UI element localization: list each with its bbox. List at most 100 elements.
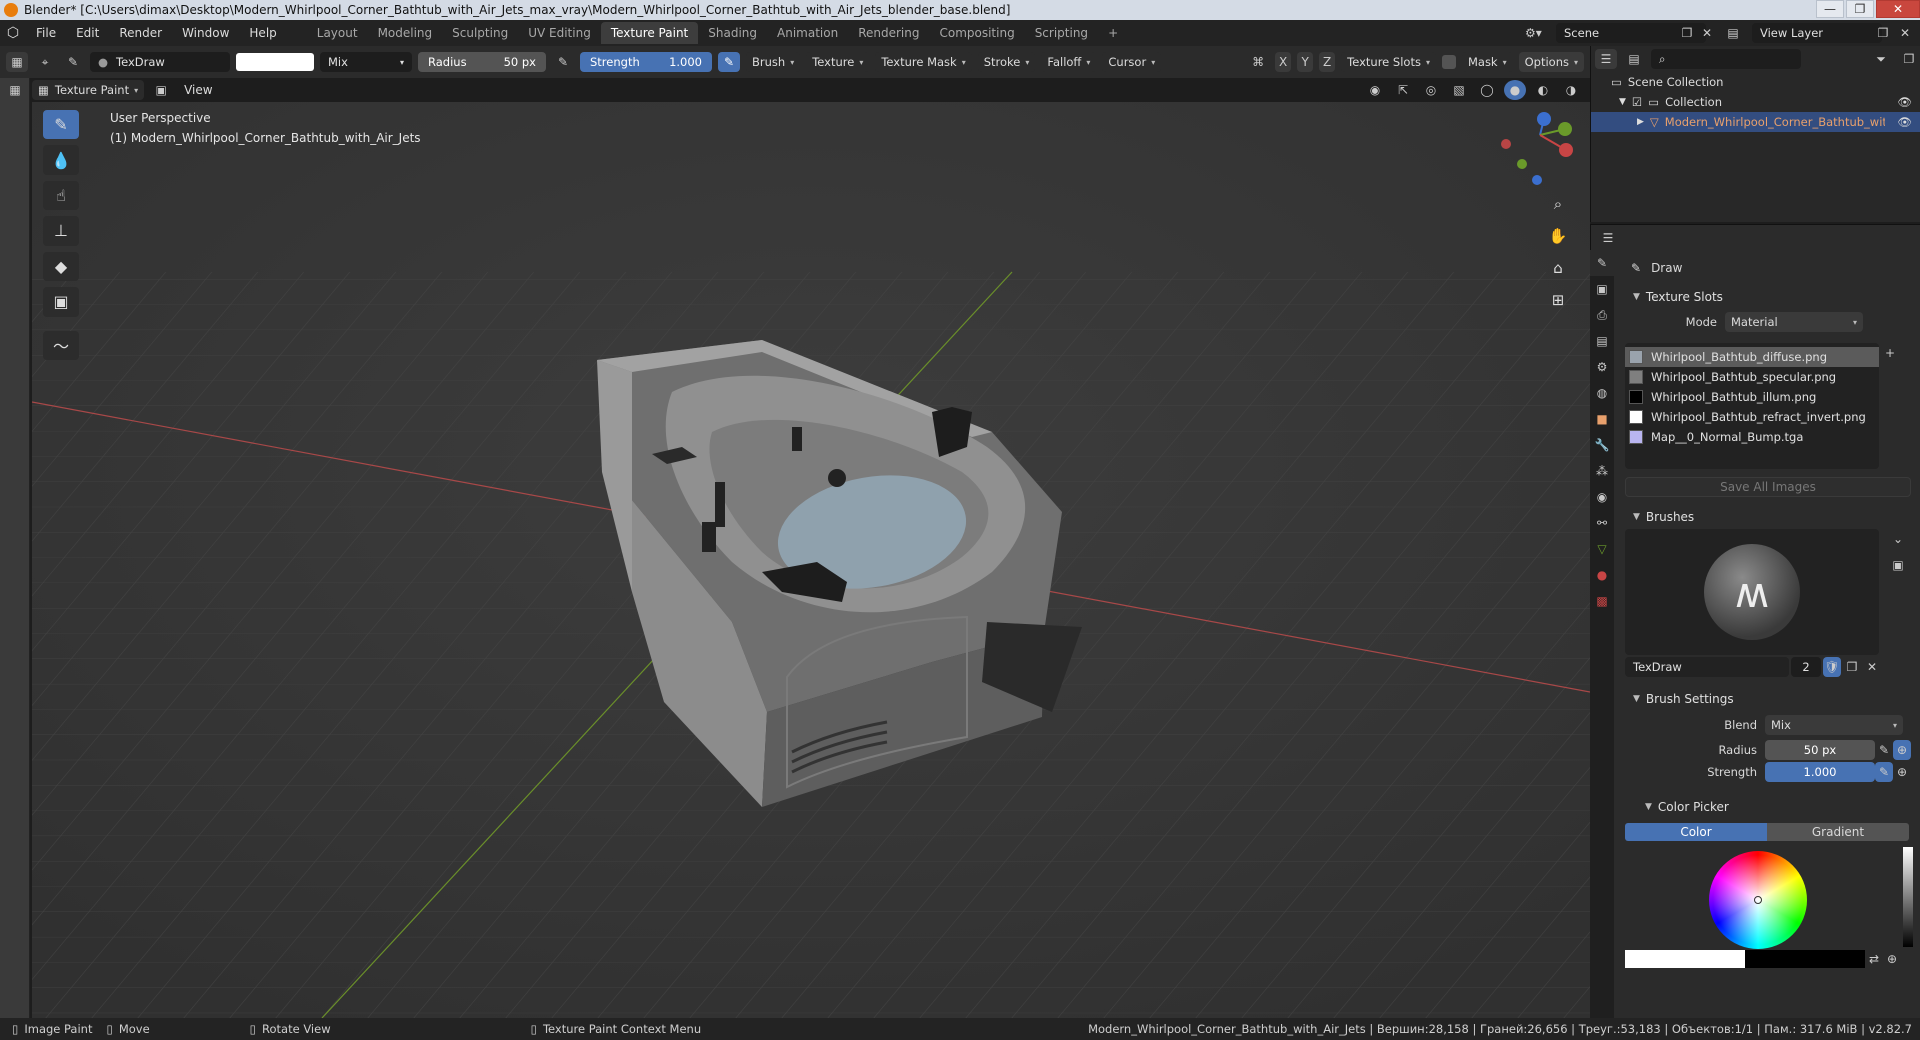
rendered-shading-icon[interactable]: ◑ bbox=[1560, 80, 1582, 100]
color-tab[interactable]: Color bbox=[1625, 823, 1767, 841]
radius-pen-icon[interactable]: ✎ bbox=[1875, 740, 1893, 760]
strength-unit-icon[interactable]: ⊕ bbox=[1893, 762, 1911, 782]
close-button[interactable]: ✕ bbox=[1876, 0, 1920, 18]
tab-rendering[interactable]: Rendering bbox=[848, 22, 929, 44]
mirror-x-toggle[interactable]: X bbox=[1275, 52, 1292, 72]
new-scene-icon[interactable]: ❐ bbox=[1676, 23, 1698, 43]
blend-mode-dropdown[interactable]: Mix ▾ bbox=[320, 52, 412, 72]
tab-modifiers-icon[interactable]: 🔧 bbox=[1590, 432, 1614, 458]
minimize-button[interactable]: — bbox=[1816, 0, 1844, 18]
add-slot-button[interactable]: + bbox=[1879, 343, 1901, 363]
ortho-grid-icon[interactable]: ⊞ bbox=[1543, 286, 1573, 314]
unlink-brush-icon[interactable]: ✕ bbox=[1863, 657, 1881, 677]
mirror-z-toggle[interactable]: Z bbox=[1319, 52, 1336, 72]
editor-type-icon[interactable]: ▦ bbox=[6, 52, 28, 72]
list-item[interactable]: Whirlpool_Bathtub_refract_invert.png bbox=[1625, 407, 1879, 427]
tab-animation[interactable]: Animation bbox=[767, 22, 848, 44]
list-item[interactable]: Whirlpool_Bathtub_diffuse.png bbox=[1625, 347, 1879, 367]
clone-tool-icon[interactable]: ⊥ bbox=[43, 216, 79, 246]
new-view-layer-icon[interactable]: ❐ bbox=[1872, 23, 1894, 43]
brush-name-input[interactable]: TexDraw bbox=[1625, 657, 1789, 677]
xray-toggle-icon[interactable]: ▧ bbox=[1448, 80, 1470, 100]
brush-color-swatch[interactable] bbox=[236, 53, 314, 71]
radius-field[interactable]: 50 px bbox=[1765, 740, 1875, 760]
save-all-images-button[interactable]: Save All Images bbox=[1625, 477, 1911, 497]
visibility-eye-icon[interactable]: ◉ bbox=[1364, 80, 1386, 100]
strength-pen-icon[interactable]: ✎ bbox=[1875, 762, 1893, 782]
swap-colors-icon[interactable]: ⇄ bbox=[1865, 949, 1883, 969]
new-collection-icon[interactable]: ❐ bbox=[1898, 49, 1920, 69]
strength-slider[interactable]: Strength 1.000 bbox=[580, 52, 712, 72]
pan-hand-icon[interactable]: ✋ bbox=[1543, 222, 1573, 250]
tool-icon[interactable]: ⌖ bbox=[34, 52, 56, 72]
texture-slots-dropdown[interactable]: Texture Slots ▾ bbox=[1341, 52, 1436, 72]
symmetry-icon[interactable]: ⌘ bbox=[1247, 52, 1269, 72]
view-menu[interactable]: View bbox=[184, 83, 212, 97]
brushes-panel-header[interactable]: ▼ Brushes bbox=[1625, 505, 1920, 529]
radius-unit-icon[interactable]: ⊕ bbox=[1893, 740, 1911, 760]
mode-dropdown[interactable]: ▦ Texture Paint ▾ bbox=[32, 80, 145, 100]
menu-render[interactable]: Render bbox=[109, 26, 172, 40]
texture-paint-mode-icon[interactable]: ▦ bbox=[4, 80, 26, 100]
tab-scene-icon[interactable]: ⚙ bbox=[1590, 354, 1614, 380]
fill-tool-icon[interactable]: ◆ bbox=[43, 251, 79, 282]
radius-slider[interactable]: Radius 50 px bbox=[418, 52, 546, 72]
brush-dropdown[interactable]: Brush ▾ bbox=[746, 52, 801, 72]
mask-dropdown[interactable]: Mask ▾ bbox=[1461, 52, 1513, 72]
tab-texture-paint[interactable]: Texture Paint bbox=[600, 22, 699, 44]
tab-data-icon[interactable]: ▽ bbox=[1590, 536, 1614, 562]
tab-texture-icon[interactable]: ▩ bbox=[1590, 588, 1614, 614]
brush-name-field[interactable]: ● TexDraw bbox=[90, 52, 230, 72]
tab-material-icon[interactable]: ● bbox=[1590, 562, 1614, 588]
tab-modeling[interactable]: Modeling bbox=[368, 22, 443, 44]
cursor-dropdown[interactable]: Cursor ▾ bbox=[1102, 52, 1162, 72]
filter-icon[interactable]: ⏷ bbox=[1870, 49, 1892, 69]
tab-particles-icon[interactable]: ⁂ bbox=[1590, 458, 1614, 484]
view-layer-field[interactable]: View Layer bbox=[1752, 23, 1882, 43]
tab-sculpting[interactable]: Sculpting bbox=[442, 22, 518, 44]
menu-file[interactable]: File bbox=[26, 26, 66, 40]
menu-edit[interactable]: Edit bbox=[66, 26, 109, 40]
strength-pressure-icon[interactable]: ✎ bbox=[718, 52, 740, 72]
tab-active-tool-icon[interactable]: ✎ bbox=[1590, 250, 1614, 276]
color-picker-panel-header[interactable]: ▼ Color Picker bbox=[1625, 795, 1920, 819]
fake-user-icon[interactable]: 🛡 bbox=[1823, 657, 1841, 677]
value-slider[interactable] bbox=[1903, 847, 1913, 947]
mirror-y-toggle[interactable]: Y bbox=[1297, 52, 1314, 72]
brush-image-icon[interactable]: ▣ bbox=[1887, 555, 1909, 575]
material-shading-icon[interactable]: ◐ bbox=[1532, 80, 1554, 100]
remove-view-layer-icon[interactable]: ✕ bbox=[1894, 23, 1916, 43]
falloff-dropdown[interactable]: Falloff ▾ bbox=[1041, 52, 1097, 72]
checkbox-icon[interactable]: ☑ bbox=[1632, 95, 1642, 109]
blend-dropdown[interactable]: Mix ▾ bbox=[1765, 715, 1903, 735]
tab-physics-icon[interactable]: ◉ bbox=[1590, 484, 1614, 510]
outliner-collection[interactable]: ▼ ☑ ▭ Collection 👁 bbox=[1591, 92, 1920, 112]
duplicate-brush-icon[interactable]: ❐ bbox=[1843, 657, 1861, 677]
view-layer-icon[interactable]: ▤ bbox=[1722, 23, 1744, 43]
radius-pressure-icon[interactable]: ✎ bbox=[552, 52, 574, 72]
eye-icon[interactable]: 👁 bbox=[1897, 115, 1912, 129]
soften-tool-icon[interactable]: 💧 bbox=[43, 145, 79, 175]
tab-compositing[interactable]: Compositing bbox=[929, 22, 1024, 44]
maximize-button[interactable]: ❐ bbox=[1846, 0, 1874, 18]
zoom-icon[interactable]: ⌕ bbox=[1543, 190, 1573, 218]
tab-world-icon[interactable]: ◍ bbox=[1590, 380, 1614, 406]
tab-scripting[interactable]: Scripting bbox=[1025, 22, 1098, 44]
tab-uv-editing[interactable]: UV Editing bbox=[518, 22, 601, 44]
texture-dropdown[interactable]: Texture ▾ bbox=[806, 52, 870, 72]
list-item[interactable]: Map__0_Normal_Bump.tga bbox=[1625, 427, 1879, 447]
display-mode-icon[interactable]: ▤ bbox=[1623, 49, 1645, 69]
overlays-toggle-icon[interactable]: ◎ bbox=[1420, 80, 1442, 100]
properties-editor-icon[interactable]: ☰ bbox=[1597, 228, 1619, 248]
brush-menu-icon[interactable]: ⌄ bbox=[1887, 529, 1909, 549]
mask-checkbox[interactable] bbox=[1441, 55, 1456, 69]
texture-mask-dropdown[interactable]: Texture Mask ▾ bbox=[875, 52, 972, 72]
tab-output-icon[interactable]: ⎙ bbox=[1590, 302, 1614, 328]
mask-tool-icon[interactable]: ▣ bbox=[43, 287, 79, 317]
texture-slots-panel-header[interactable]: ▼ Texture Slots bbox=[1625, 285, 1920, 309]
outliner-editor-icon[interactable]: ☰ bbox=[1595, 49, 1617, 69]
eye-icon[interactable]: 👁 bbox=[1897, 95, 1912, 109]
brush-settings-panel-header[interactable]: ▼ Brush Settings bbox=[1625, 687, 1920, 711]
outliner-scene-collection[interactable]: ▭ Scene Collection bbox=[1591, 72, 1920, 92]
menu-window[interactable]: Window bbox=[172, 26, 239, 40]
